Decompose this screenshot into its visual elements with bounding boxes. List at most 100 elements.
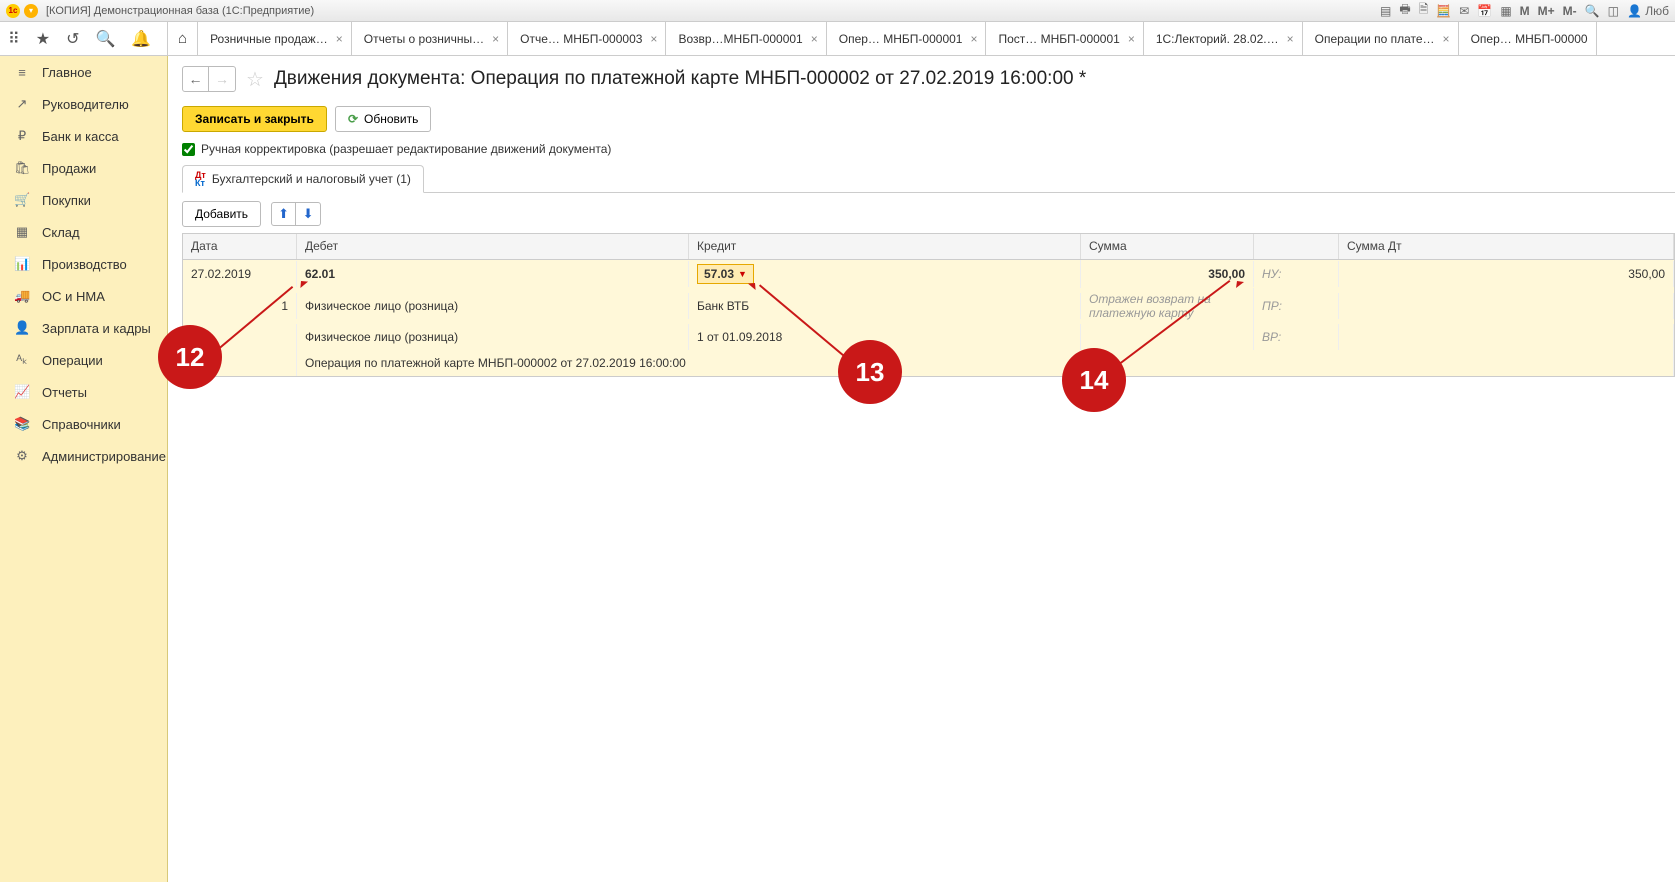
- table-actions: Добавить ⬆ ⬇: [182, 201, 1675, 227]
- titlebar-tools: ▤ 🖶 🗎 🧮 ✉ 📅 ▦ M M+ M- 🔍 ◫ 👤 Люб: [1380, 0, 1669, 21]
- callout-13: 13: [838, 340, 902, 404]
- add-button[interactable]: Добавить: [182, 201, 261, 227]
- nav-buttons: ← →: [182, 66, 236, 92]
- close-icon[interactable]: ×: [1443, 32, 1450, 46]
- sidebar-item-warehouse[interactable]: ▦Склад: [0, 216, 167, 248]
- col-sumdt[interactable]: Сумма Дт: [1339, 234, 1674, 259]
- tab-item[interactable]: Опер… МНБП-00000: [1459, 22, 1597, 55]
- table-row[interactable]: 27.02.2019 62.01 57.03▼ 350,00 НУ: 350,0…: [183, 260, 1674, 288]
- tab-item[interactable]: Отче… МНБП-000003×: [508, 22, 666, 55]
- col-date[interactable]: Дата: [183, 234, 297, 259]
- back-button[interactable]: ←: [183, 67, 209, 91]
- callout-12: 12: [158, 325, 222, 389]
- calc-icon[interactable]: 🧮: [1436, 4, 1451, 18]
- cell-desc[interactable]: Отражен возврат на платежную карту: [1081, 288, 1254, 324]
- cell-sumdt[interactable]: 350,00: [1339, 261, 1674, 287]
- cell-tax-label: ВР:: [1254, 324, 1339, 350]
- toolbar-left: ⠿ ★ ↺ 🔍 🔔: [0, 22, 168, 55]
- tab-item[interactable]: Опер… МНБП-000001×: [827, 22, 987, 55]
- print-icon[interactable]: 🖶: [1399, 0, 1410, 21]
- manual-edit-checkbox[interactable]: [182, 143, 195, 156]
- apps-icon[interactable]: ⠿: [8, 29, 20, 49]
- sidebar-item-reports[interactable]: 📈Отчеты: [0, 376, 167, 408]
- sidebar-item-main[interactable]: ≡Главное: [0, 56, 167, 88]
- person-icon: 👤: [14, 320, 30, 336]
- m-icon[interactable]: M: [1520, 4, 1530, 18]
- star-icon[interactable]: ★: [36, 29, 50, 49]
- action-bar: Записать и закрыть ⟳Обновить: [182, 106, 1675, 132]
- favorite-icon[interactable]: ☆: [246, 67, 264, 92]
- m-minus-icon[interactable]: M-: [1563, 4, 1577, 18]
- sidebar-item-sales[interactable]: 🛍Продажи: [0, 152, 167, 184]
- col-credit[interactable]: Кредит: [689, 234, 1081, 259]
- sidebar-item-catalogs[interactable]: 📚Справочники: [0, 408, 167, 440]
- manual-edit-row: Ручная корректировка (разрешает редактир…: [182, 142, 1675, 156]
- tab-item[interactable]: Возвр…МНБП-000001×: [666, 22, 826, 55]
- doc-icon[interactable]: 🗎: [1419, 0, 1429, 21]
- cell-document[interactable]: Операция по платежной карте МНБП-000002 …: [297, 350, 1674, 376]
- mail-icon[interactable]: ✉: [1459, 4, 1469, 18]
- sidebar-item-manager[interactable]: ↗Руководителю: [0, 88, 167, 120]
- calendar-icon[interactable]: 📅: [1477, 4, 1492, 18]
- history-icon[interactable]: ↺: [66, 29, 79, 49]
- move-arrows: ⬆ ⬇: [271, 202, 321, 226]
- close-icon[interactable]: ×: [1128, 32, 1135, 46]
- cell-debit-subconto[interactable]: Физическое лицо (розница): [297, 324, 689, 350]
- col-sum[interactable]: Сумма: [1081, 234, 1254, 259]
- close-icon[interactable]: ×: [811, 32, 818, 46]
- subtab-accounting[interactable]: ДтКт Бухгалтерский и налоговый учет (1): [182, 165, 424, 193]
- table-row[interactable]: Физическое лицо (розница) 1 от 01.09.201…: [183, 324, 1674, 350]
- boxes-icon: ▦: [14, 224, 30, 240]
- tab-item[interactable]: Пост… МНБП-000001×: [986, 22, 1143, 55]
- bell-icon[interactable]: 🔔: [131, 29, 151, 49]
- sidebar-item-production[interactable]: 📊Производство: [0, 248, 167, 280]
- col-tax: [1254, 234, 1339, 259]
- manual-edit-label: Ручная корректировка (разрешает редактир…: [201, 142, 611, 156]
- sidebar-item-payroll[interactable]: 👤Зарплата и кадры: [0, 312, 167, 344]
- forward-button[interactable]: →: [209, 67, 235, 91]
- move-down-button[interactable]: ⬇: [296, 203, 320, 225]
- panel-icon[interactable]: ◫: [1608, 4, 1619, 18]
- grid-icon[interactable]: ▦: [1500, 4, 1511, 18]
- sidebar-item-operations[interactable]: ᴬₖОперации: [0, 344, 167, 376]
- dk-icon: ДтКт: [195, 171, 206, 187]
- tab-home[interactable]: ⌂: [168, 22, 198, 55]
- tab-item[interactable]: Розничные продаж…×: [198, 22, 352, 55]
- m-plus-icon[interactable]: M+: [1538, 4, 1555, 18]
- sidebar-item-admin[interactable]: ⚙Администрирование: [0, 440, 167, 472]
- table-row[interactable]: 1 Физическое лицо (розница) Банк ВТБ Отр…: [183, 288, 1674, 324]
- cell-tax-label: ПР:: [1254, 293, 1339, 319]
- factory-icon: 📊: [14, 256, 30, 272]
- dropdown-icon[interactable]: ▾: [24, 4, 38, 18]
- sidebar: ≡Главное ↗Руководителю ₽Банк и касса 🛍Пр…: [0, 56, 168, 882]
- cell-date[interactable]: 27.02.2019: [183, 261, 297, 287]
- tab-item[interactable]: Операции по плате…×: [1303, 22, 1459, 55]
- close-icon[interactable]: ×: [336, 32, 343, 46]
- books-icon: 📚: [14, 416, 30, 432]
- callout-14: 14: [1062, 348, 1126, 412]
- tool-icon[interactable]: ▤: [1380, 4, 1391, 18]
- move-up-button[interactable]: ⬆: [272, 203, 296, 225]
- close-icon[interactable]: ×: [650, 32, 657, 46]
- table-row[interactable]: Операция по платежной карте МНБП-000002 …: [183, 350, 1674, 376]
- cell-credit-subconto[interactable]: Банк ВТБ: [689, 293, 1081, 319]
- save-close-button[interactable]: Записать и закрыть: [182, 106, 327, 132]
- user-icon[interactable]: 👤 Люб: [1627, 4, 1669, 18]
- sidebar-item-bank[interactable]: ₽Банк и касса: [0, 120, 167, 152]
- close-icon[interactable]: ×: [492, 32, 499, 46]
- tab-item[interactable]: 1С:Лекторий. 28.02.…×: [1144, 22, 1303, 55]
- close-icon[interactable]: ×: [1287, 32, 1294, 46]
- cell-debit-subconto[interactable]: Физическое лицо (розница): [297, 293, 689, 319]
- search-icon[interactable]: 🔍: [95, 29, 115, 49]
- cell-debit-account[interactable]: 62.01: [297, 261, 689, 287]
- sidebar-item-purchases[interactable]: 🛒Покупки: [0, 184, 167, 216]
- sidebar-item-assets[interactable]: 🚚ОС и НМА: [0, 280, 167, 312]
- dropdown-arrow-icon[interactable]: ▼: [738, 269, 747, 279]
- accounting-grid: Дата Дебет Кредит Сумма Сумма Дт 27.02.2…: [182, 233, 1675, 377]
- refresh-button[interactable]: ⟳Обновить: [335, 106, 431, 132]
- zoom-icon[interactable]: 🔍: [1585, 4, 1600, 18]
- col-debit[interactable]: Дебет: [297, 234, 689, 259]
- close-icon[interactable]: ×: [970, 32, 977, 46]
- bag-icon: 🛍: [14, 160, 30, 176]
- tab-item[interactable]: Отчеты о розничны…×: [352, 22, 508, 55]
